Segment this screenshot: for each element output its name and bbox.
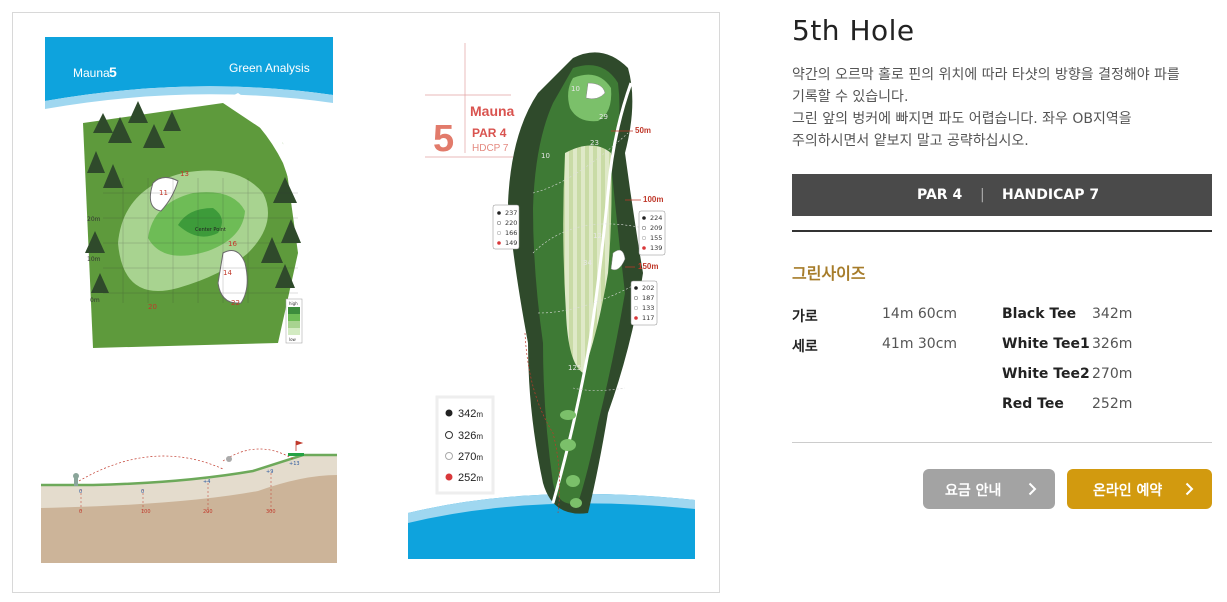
svg-text:252m: 252m [458, 472, 483, 484]
hole-layout: 5 Mauna PAR 4 HDCP 7 10 29 23 10 34 12 1… [408, 43, 695, 559]
svg-text:133: 133 [642, 304, 654, 312]
svg-text:300: 300 [266, 509, 276, 515]
tee-box-2 [560, 439, 576, 451]
spec-handicap: HANDICAP 7 [1002, 187, 1100, 203]
red-tee-value: 252m [1092, 396, 1133, 412]
online-booking-button[interactable]: 온라인 예약 [1067, 469, 1212, 509]
svg-text:10: 10 [541, 152, 550, 160]
red-tee-label: Red Tee [1002, 396, 1064, 412]
svg-text:14: 14 [223, 269, 232, 277]
hole-illustration: Mauna 5 Green Analysis Center Point 13 1… [41, 37, 695, 563]
svg-text:29: 29 [599, 113, 608, 121]
layout-hdcp: HDCP 7 [472, 143, 509, 154]
green-panel-hole-number: 5 [109, 64, 117, 80]
svg-text:12: 12 [593, 232, 602, 240]
svg-text:202: 202 [642, 284, 654, 292]
svg-text:270m: 270m [458, 451, 483, 463]
fee-info-button[interactable]: 요금 안내 [923, 469, 1055, 509]
hole-description-line-1: 약간의 오르막 홀로 핀의 위치에 따라 타샷의 방향을 결정해야 파를 [792, 67, 1180, 83]
svg-text:10: 10 [571, 85, 580, 93]
layout-course: Mauna [470, 103, 515, 119]
svg-text:166: 166 [505, 229, 517, 237]
svg-text:+9: +9 [266, 469, 273, 475]
tee-legend: 342m 326m 270m 252m [435, 395, 495, 495]
yardage-box-right-upper: 224 209 155 139 [638, 210, 666, 256]
pin-label: Center Point [195, 227, 226, 233]
green-width-value: 14m 60cm [882, 306, 958, 322]
black-tee-value: 342m [1092, 306, 1133, 322]
hole-description-line-2: 기록할 수 있습니다. [792, 89, 909, 105]
elevation-legend: high low [285, 298, 303, 344]
bottom-divider [792, 442, 1212, 443]
svg-text:237: 237 [505, 209, 517, 217]
green-size-title: 그린사이즈 [792, 264, 866, 283]
svg-text:+4: +4 [203, 479, 210, 485]
svg-text:139: 139 [650, 244, 662, 252]
svg-text:187: 187 [642, 294, 654, 302]
white-tee2-label: White Tee2 [1002, 366, 1090, 382]
svg-text:0m: 0m [90, 297, 100, 304]
green-length-value: 41m 30cm [882, 336, 958, 352]
svg-text:342m: 342m [458, 408, 483, 420]
svg-text:13: 13 [180, 170, 189, 178]
svg-text:149: 149 [505, 239, 517, 247]
svg-text:low: low [289, 337, 297, 342]
svg-text:0: 0 [79, 509, 82, 515]
svg-text:125: 125 [568, 364, 581, 372]
green-width-label: 가로 [792, 309, 818, 325]
hole-map-card: Mauna 5 Green Analysis Center Point 13 1… [12, 12, 720, 593]
chevron-right-icon [1028, 482, 1037, 496]
layout-hole-number: 5 [433, 118, 454, 160]
svg-text:0: 0 [79, 489, 82, 495]
white-tee1-label: White Tee1 [1002, 336, 1090, 352]
chevron-right-icon [1185, 482, 1194, 496]
svg-text:16: 16 [228, 240, 237, 248]
svg-text:10m: 10m [87, 256, 101, 263]
svg-text:11: 11 [159, 189, 168, 197]
svg-text:326m: 326m [458, 430, 483, 442]
spec-separator: | [980, 187, 985, 203]
green-panel-course: Mauna [73, 66, 110, 80]
svg-text:34: 34 [583, 259, 592, 267]
svg-text:0: 0 [141, 489, 144, 495]
svg-text:155: 155 [650, 234, 662, 242]
hole-title: 5th Hole [792, 14, 915, 47]
spec-par: PAR 4 [917, 187, 963, 203]
svg-text:209: 209 [650, 224, 662, 232]
svg-text:high: high [289, 301, 298, 306]
hole-info-panel: 5th Hole 약간의 오르막 홀로 핀의 위치에 따라 타샷의 방향을 결정… [792, 0, 1212, 602]
spec-bar: PAR 4 | HANDICAP 7 [792, 174, 1212, 216]
yardage-box-left: 237 220 166 149 [492, 204, 520, 250]
svg-text:20: 20 [148, 303, 157, 311]
white-tee1-value: 326m [1092, 336, 1133, 352]
svg-text:150m: 150m [638, 262, 658, 271]
tee-box-3 [566, 475, 580, 487]
tee-box-1 [560, 410, 576, 420]
svg-text:23: 23 [590, 139, 599, 147]
white-tee2-value: 270m [1092, 366, 1133, 382]
hole-description-line-4: 주의하시면서 얕보지 말고 공략하십시오. [792, 133, 1029, 149]
black-tee-label: Black Tee [1002, 306, 1077, 322]
svg-text:22: 22 [231, 299, 240, 307]
svg-text:+13: +13 [289, 461, 300, 467]
svg-text:200: 200 [203, 509, 213, 515]
green-panel-caption: Green Analysis [229, 61, 310, 75]
svg-text:100m: 100m [643, 195, 663, 204]
svg-text:117: 117 [642, 314, 654, 322]
yardage-box-right-lower: 202 187 133 117 [630, 280, 658, 326]
section-divider [792, 230, 1212, 232]
elevation-profile: 0 100 200 300 0 0 +4 +9 +13 [41, 440, 337, 563]
layout-par: PAR 4 [472, 126, 507, 140]
hole-description-line-3: 그린 앞의 벙커에 빠지면 파도 어렵습니다. 좌우 OB지역을 [792, 111, 1132, 127]
svg-text:100: 100 [141, 509, 151, 515]
svg-text:220: 220 [505, 219, 517, 227]
svg-text:50m: 50m [635, 126, 651, 135]
tee-box-4 [570, 498, 582, 508]
svg-text:224: 224 [650, 214, 662, 222]
green-analysis-panel: Mauna 5 Green Analysis Center Point 13 1… [45, 37, 333, 348]
svg-text:20m: 20m [87, 216, 101, 223]
green-length-label: 세로 [792, 339, 818, 355]
